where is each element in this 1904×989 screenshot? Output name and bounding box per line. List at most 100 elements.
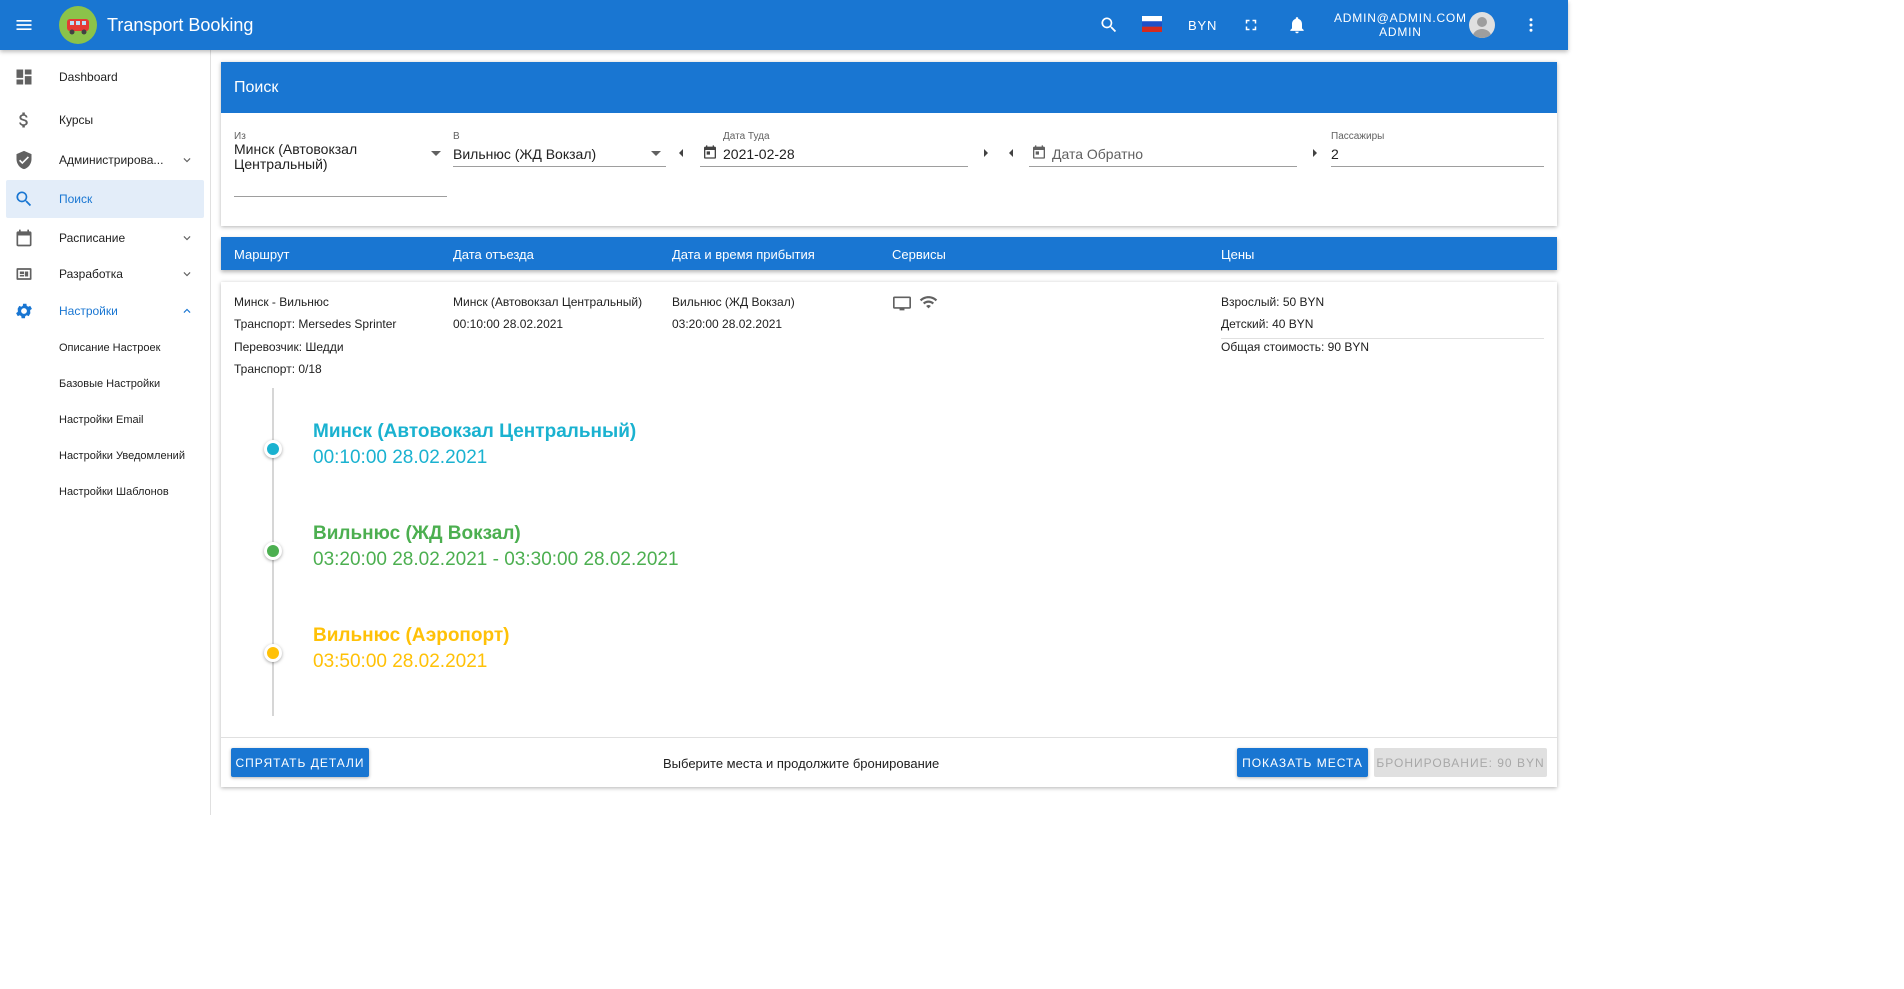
sidebar-item-label: Dashboard — [59, 70, 118, 84]
wifi-icon — [919, 296, 938, 309]
to-underline — [453, 166, 666, 167]
date-there-input[interactable]: 2021-02-28 — [723, 147, 795, 162]
sidebar-item-label: Разработка — [59, 267, 123, 281]
from-select[interactable]: Минск (Автовокзал Центральный) — [234, 142, 424, 172]
sidebar-item-label: Настройки — [59, 304, 118, 318]
column-header-arrival: Дата и время прибытия — [672, 247, 815, 262]
passengers-underline — [1331, 166, 1544, 167]
arrival-station: Вильнюс (ЖД Вокзал) — [672, 295, 795, 309]
to-label: В — [453, 131, 460, 142]
date-back-input[interactable]: Дата Обратно — [1052, 147, 1143, 162]
user-info[interactable]: ADMIN@ADMIN.COM ADMIN — [1334, 11, 1467, 39]
from-dropdown-arrow-icon[interactable] — [431, 151, 441, 156]
chevron-down-icon — [183, 236, 191, 241]
more-vert-icon[interactable] — [1522, 15, 1540, 35]
shield-icon — [16, 150, 32, 170]
chevron-down-icon — [183, 158, 191, 163]
search-icon — [16, 191, 32, 207]
sidebar-subitem-template-settings[interactable]: Настройки Шаблонов — [59, 486, 169, 498]
stop-time: 03:50:00 28.02.2021 — [313, 651, 488, 672]
app-bar: Transport Booking BYN ADMIN@ADMIN.COM AD… — [0, 0, 1568, 50]
user-email: ADMIN@ADMIN.COM — [1334, 11, 1467, 25]
sidebar-item-courses[interactable]: Курсы — [6, 101, 204, 139]
sidebar-item-development[interactable]: Разработка — [6, 255, 204, 293]
sidebar-item-search[interactable]: Поиск — [6, 180, 204, 218]
stop-name: Вильнюс (ЖД Вокзал) — [313, 523, 521, 544]
date-there-underline — [700, 166, 968, 167]
sidebar-item-administration[interactable]: Администрирова... — [6, 141, 204, 179]
calendar-icon[interactable] — [1031, 144, 1047, 160]
dashboard-icon — [16, 69, 32, 85]
sidebar-item-settings[interactable]: Настройки — [6, 292, 204, 330]
column-header-route: Маршрут — [234, 247, 290, 262]
developer-board-icon — [16, 268, 32, 280]
route-carrier: Перевозчик: Шедди — [234, 340, 344, 354]
calendar-icon — [16, 229, 32, 247]
column-header-services: Сервисы — [892, 247, 946, 262]
price-total: Общая стоимость: 90 BYN — [1221, 340, 1370, 354]
route-name: Минск - Вильнюс — [234, 295, 329, 309]
arrival-time: 03:20:00 28.02.2021 — [672, 317, 783, 331]
calendar-icon[interactable] — [702, 144, 718, 160]
departure-time: 00:10:00 28.02.2021 — [453, 317, 564, 331]
search-icon[interactable] — [1099, 15, 1119, 35]
stop-time: 03:20:00 28.02.2021 - 03:30:00 28.02.202… — [313, 549, 679, 570]
app-title: Transport Booking — [107, 15, 254, 35]
russian-flag-icon[interactable] — [1142, 16, 1162, 32]
stop-name: Вильнюс (Аэропорт) — [313, 625, 510, 646]
results-table-header: Маршрут Дата отъезда Дата и время прибыт… — [221, 237, 1557, 270]
chevron-up-icon — [183, 308, 191, 313]
notifications-bell-icon[interactable] — [1287, 14, 1307, 36]
column-header-departure: Дата отъезда — [453, 247, 534, 262]
hide-details-button[interactable]: Спрятать детали — [231, 748, 369, 777]
sidebar-subitem-email-settings[interactable]: Настройки Email — [59, 414, 144, 426]
app-logo — [59, 6, 97, 44]
menu-icon[interactable] — [14, 15, 34, 35]
avatar[interactable] — [1469, 12, 1495, 38]
departure-station: Минск (Автовокзал Центральный) — [453, 295, 643, 309]
settings-icon — [16, 303, 32, 319]
stop-name: Минск (Автовокзал Центральный) — [313, 421, 637, 442]
date-there-label: Дата Туда — [723, 131, 770, 142]
timeline-dot — [264, 440, 282, 458]
sidebar-subitem-notification-settings[interactable]: Настройки Уведомлений — [59, 450, 185, 462]
from-underline — [234, 196, 447, 197]
date-back-prev-icon[interactable] — [1009, 149, 1013, 157]
sidebar-item-label: Поиск — [59, 192, 93, 206]
show-seats-button[interactable]: Показать места — [1237, 748, 1368, 777]
sidebar-subitem-settings-description[interactable]: Описание Настроек — [59, 342, 160, 354]
currency-selector[interactable]: BYN — [1188, 18, 1217, 33]
fullscreen-icon[interactable] — [1242, 16, 1260, 34]
to-dropdown-arrow-icon[interactable] — [651, 151, 661, 156]
dollar-icon — [19, 112, 28, 128]
passengers-input[interactable]: 2 — [1331, 147, 1339, 162]
route-seats: Транспорт: 0/18 — [234, 362, 322, 376]
sidebar: Dashboard Курсы Администрирова... Поиск … — [0, 50, 211, 815]
to-select[interactable]: Вильнюс (ЖД Вокзал) — [453, 147, 596, 162]
chevron-down-icon — [183, 272, 191, 277]
timeline-dot — [264, 644, 282, 662]
tv-icon — [893, 296, 911, 311]
sidebar-item-label: Курсы — [59, 113, 94, 127]
user-role: ADMIN — [1379, 25, 1422, 39]
column-header-prices: Цены — [1221, 247, 1255, 262]
date-back-next-icon[interactable] — [1313, 149, 1317, 157]
date-there-prev-icon[interactable] — [679, 149, 683, 157]
date-back-underline — [1029, 166, 1297, 167]
sidebar-item-dashboard[interactable]: Dashboard — [6, 58, 204, 96]
footer-divider — [221, 737, 1557, 738]
date-there-next-icon[interactable] — [984, 149, 988, 157]
price-child: Детский: 40 BYN — [1221, 317, 1314, 331]
route-transport: Транспорт: Mersedes Sprinter — [234, 317, 397, 331]
result-card: Минск - Вильнюс Транспорт: Mersedes Spri… — [221, 282, 1557, 787]
search-header: Поиск — [221, 62, 1557, 113]
sidebar-item-schedule[interactable]: Расписание — [6, 219, 204, 257]
sidebar-item-label: Расписание — [59, 231, 126, 245]
sidebar-item-label: Администрирова... — [59, 153, 164, 167]
timeline-dot — [264, 542, 282, 560]
sidebar-subitem-basic-settings[interactable]: Базовые Настройки — [59, 378, 160, 390]
search-card: Поиск Из Минск (Автовокзал Центральный) … — [221, 62, 1557, 226]
booking-button[interactable]: Бронирование: 90 BYN — [1374, 748, 1547, 777]
price-divider — [1221, 338, 1544, 339]
stop-time: 00:10:00 28.02.2021 — [313, 447, 488, 468]
